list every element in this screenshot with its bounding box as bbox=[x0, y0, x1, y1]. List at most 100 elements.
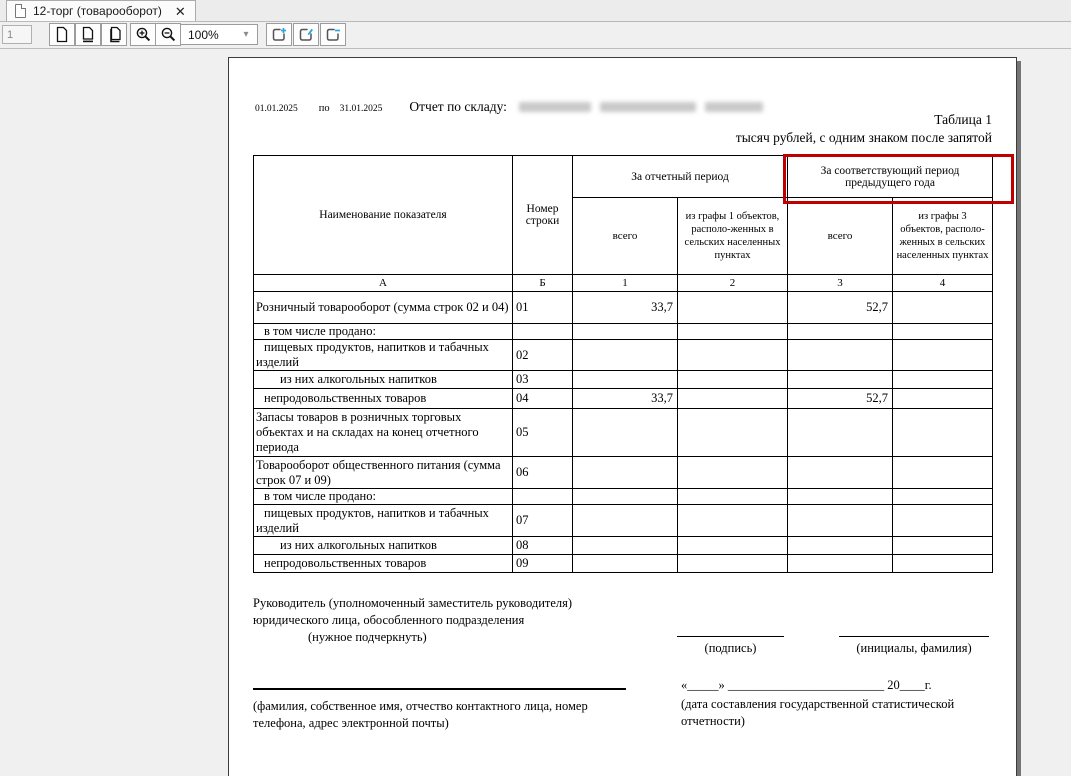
row-value-cell bbox=[573, 489, 678, 505]
row-label: непродовольственных товаров bbox=[254, 389, 513, 409]
footer-line-3: (нужное подчеркнуть) bbox=[253, 629, 572, 646]
page-number-input[interactable] bbox=[2, 25, 32, 44]
row-value-cell bbox=[788, 409, 893, 457]
row-label: из них алкогольных напитков bbox=[254, 371, 513, 389]
row-value-cell bbox=[893, 555, 993, 573]
row-value-cell bbox=[573, 555, 678, 573]
table-row: из них алкогольных напитков08 bbox=[254, 537, 993, 555]
page-single-icon bbox=[54, 26, 70, 43]
table-row: непродовольственных товаров09 bbox=[254, 555, 993, 573]
frame-edit-button[interactable] bbox=[293, 23, 319, 46]
col-header-rural-1: из графы 1 объектов, располо-женных в се… bbox=[678, 198, 788, 275]
validation-highlight-rectangle bbox=[783, 154, 1014, 204]
table-row: пищевых продуктов, напитков и табачных и… bbox=[254, 505, 993, 537]
row-value-cell bbox=[678, 489, 788, 505]
row-value-cell bbox=[893, 340, 993, 371]
row-label: пищевых продуктов, напитков и табачных и… bbox=[254, 505, 513, 537]
row-value-cell bbox=[893, 537, 993, 555]
row-value-cell bbox=[678, 457, 788, 489]
document-icon bbox=[15, 4, 26, 18]
row-value-cell bbox=[678, 389, 788, 409]
name-caption: (инициалы, фамилия) bbox=[824, 641, 1004, 656]
row-value-cell bbox=[678, 292, 788, 324]
row-line-number: 01 bbox=[513, 292, 573, 324]
col-header-rural-2: из графы 3 объектов, располо-женных в се… bbox=[893, 198, 993, 275]
column-letter-cell: 3 bbox=[788, 275, 893, 292]
footer-line-2: юридического лица, обособленного подразд… bbox=[253, 612, 572, 629]
close-icon[interactable]: ✕ bbox=[175, 5, 186, 18]
table-row: из них алкогольных напитков03 bbox=[254, 371, 993, 389]
zoom-level-value: 100% bbox=[181, 28, 235, 42]
tab-bar: 12-торг (товарооборот) ✕ bbox=[0, 0, 1071, 22]
row-label: в том числе продано: bbox=[254, 489, 513, 505]
row-line-number: 05 bbox=[513, 409, 573, 457]
col-header-reporting-period: За отчетный период bbox=[573, 156, 788, 198]
row-value-cell bbox=[788, 555, 893, 573]
units-caption: тысяч рублей, с одним знаком после запят… bbox=[529, 129, 992, 147]
row-value-cell bbox=[893, 292, 993, 324]
row-value-cell bbox=[573, 371, 678, 389]
frame-remove-icon bbox=[324, 26, 342, 44]
date-to: 31.01.2025 bbox=[340, 104, 383, 114]
row-line-number: 06 bbox=[513, 457, 573, 489]
zoom-in-icon bbox=[135, 26, 152, 43]
row-line-number: 07 bbox=[513, 505, 573, 537]
row-label: в том числе продано: bbox=[254, 324, 513, 340]
row-value-cell bbox=[893, 371, 993, 389]
row-value-cell bbox=[573, 457, 678, 489]
date-blank-line: «_____» _________________________ 20____… bbox=[681, 678, 932, 693]
report-table-body: Розничный товарооборот (сумма строк 02 и… bbox=[254, 292, 993, 573]
row-value-cell bbox=[573, 537, 678, 555]
row-value-cell bbox=[893, 324, 993, 340]
row-label: Товарооборот общественного питания (сумм… bbox=[254, 457, 513, 489]
report-by-warehouse-label: Отчет по складу: bbox=[409, 99, 507, 115]
column-letter-cell: 2 bbox=[678, 275, 788, 292]
row-value-cell bbox=[893, 457, 993, 489]
frame-add-button[interactable] bbox=[266, 23, 292, 46]
row-value-cell bbox=[788, 537, 893, 555]
contact-caption: (фамилия, собственное имя, отчество конт… bbox=[253, 698, 643, 732]
row-value-cell bbox=[678, 340, 788, 371]
row-line-number bbox=[513, 489, 573, 505]
row-line-number: 04 bbox=[513, 389, 573, 409]
table-row: в том числе продано: bbox=[254, 324, 993, 340]
row-value-cell bbox=[893, 409, 993, 457]
page-single-button[interactable] bbox=[49, 23, 75, 46]
table-row: пищевых продуктов, напитков и табачных и… bbox=[254, 340, 993, 371]
page-with-footer-icon bbox=[80, 26, 96, 43]
col-header-total-1: всего bbox=[573, 198, 678, 275]
document-viewer: 01.01.2025 по 31.01.2025 Отчет по складу… bbox=[0, 50, 1071, 776]
toolbar: 100% ▾ bbox=[0, 22, 1071, 49]
column-letter-row: АБ1234 bbox=[254, 275, 993, 292]
row-value-cell bbox=[678, 409, 788, 457]
row-value-cell: 52,7 bbox=[788, 292, 893, 324]
row-value-cell bbox=[678, 537, 788, 555]
page-with-footer-button[interactable] bbox=[75, 23, 101, 46]
footer-signatory-block: Руководитель (уполномоченный заместитель… bbox=[253, 595, 572, 646]
row-line-number: 08 bbox=[513, 537, 573, 555]
row-value-cell bbox=[678, 555, 788, 573]
row-value-cell: 33,7 bbox=[573, 292, 678, 324]
row-label: из них алкогольных напитков bbox=[254, 537, 513, 555]
row-value-cell bbox=[893, 489, 993, 505]
table-row: непродовольственных товаров0433,752,7 bbox=[254, 389, 993, 409]
zoom-level-select[interactable]: 100% ▾ bbox=[180, 24, 258, 45]
tab-12torg[interactable]: 12-торг (товарооборот) ✕ bbox=[6, 0, 196, 21]
row-label: непродовольственных товаров bbox=[254, 555, 513, 573]
row-label: Розничный товарооборот (сумма строк 02 и… bbox=[254, 292, 513, 324]
pages-multiple-button[interactable] bbox=[101, 23, 127, 46]
footer-line-1: Руководитель (уполномоченный заместитель… bbox=[253, 595, 572, 612]
table-row: Розничный товарооборот (сумма строк 02 и… bbox=[254, 292, 993, 324]
column-letter-cell: А bbox=[254, 275, 513, 292]
date-from: 01.01.2025 bbox=[255, 104, 298, 114]
row-value-cell bbox=[893, 389, 993, 409]
zoom-out-icon bbox=[160, 26, 177, 43]
col-header-indicator: Наименование показателя bbox=[254, 156, 513, 275]
row-value-cell bbox=[788, 457, 893, 489]
row-value-cell bbox=[573, 340, 678, 371]
zoom-in-button[interactable] bbox=[130, 23, 156, 46]
row-value-cell bbox=[788, 324, 893, 340]
frame-remove-button[interactable] bbox=[320, 23, 346, 46]
zoom-out-button[interactable] bbox=[155, 23, 181, 46]
row-line-number: 09 bbox=[513, 555, 573, 573]
